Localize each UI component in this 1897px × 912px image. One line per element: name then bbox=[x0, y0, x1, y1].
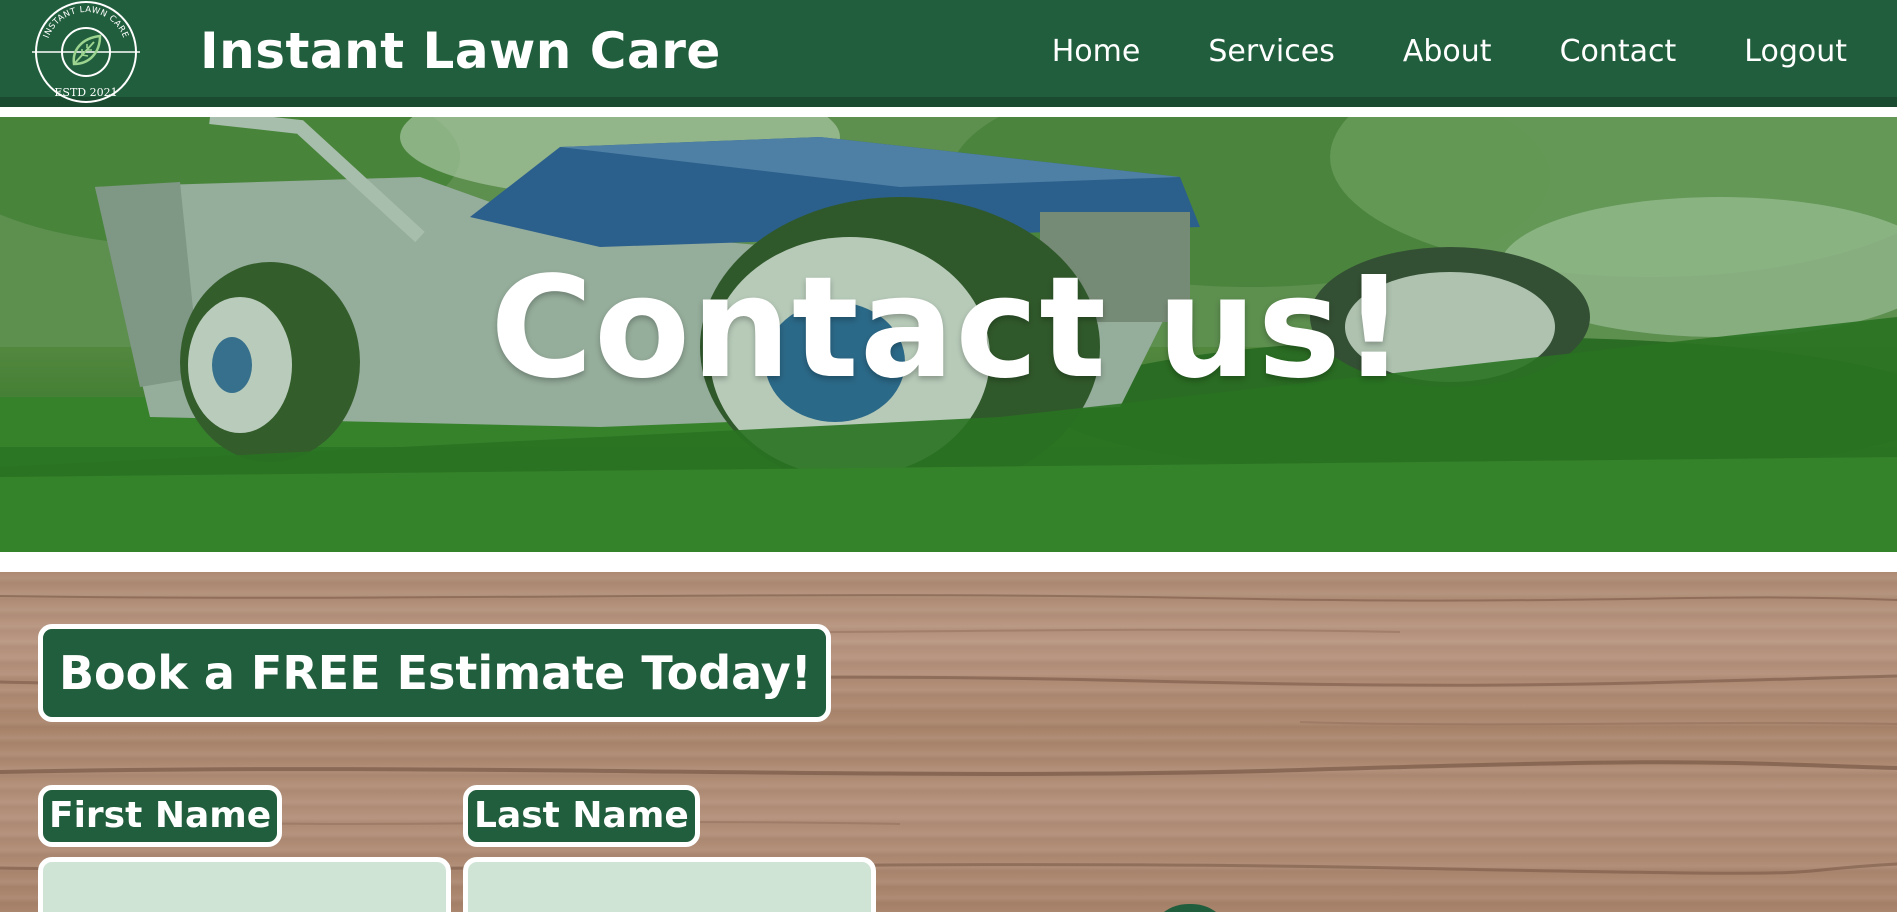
estimate-heading: Book a FREE Estimate Today! bbox=[38, 624, 831, 722]
logo-text-top: INSTANT LAWN CARE bbox=[42, 5, 130, 40]
logo-text-bottom: ESTD 2021 bbox=[54, 86, 117, 99]
estimate-section: Book a FREE Estimate Today! First Name L… bbox=[0, 572, 1897, 912]
last-name-input[interactable] bbox=[463, 857, 876, 912]
leaf-badge-icon: INSTANT LAWN CARE ESTD 2021 bbox=[32, 1, 140, 103]
main-nav: Home Services About Contact Logout bbox=[984, 30, 1847, 74]
navbar: INSTANT LAWN CARE ESTD 2021 Instant Lawn… bbox=[0, 0, 1897, 107]
logo[interactable]: INSTANT LAWN CARE ESTD 2021 bbox=[30, 0, 142, 107]
nav-home[interactable]: Home bbox=[1052, 30, 1141, 74]
nav-logout[interactable]: Logout bbox=[1744, 30, 1847, 74]
section-separator bbox=[0, 552, 1897, 572]
first-name-input[interactable] bbox=[38, 857, 451, 912]
nav-contact[interactable]: Contact bbox=[1560, 30, 1677, 74]
hero-banner: Contact us! bbox=[0, 117, 1897, 552]
nav-about[interactable]: About bbox=[1403, 30, 1492, 74]
nav-services[interactable]: Services bbox=[1208, 30, 1335, 74]
svg-text:INSTANT LAWN CARE: INSTANT LAWN CARE bbox=[42, 5, 130, 40]
last-name-label: Last Name bbox=[463, 785, 700, 847]
first-name-label: First Name bbox=[38, 785, 283, 847]
hero-title: Contact us! bbox=[490, 247, 1407, 410]
site-title[interactable]: Instant Lawn Care bbox=[200, 22, 721, 80]
